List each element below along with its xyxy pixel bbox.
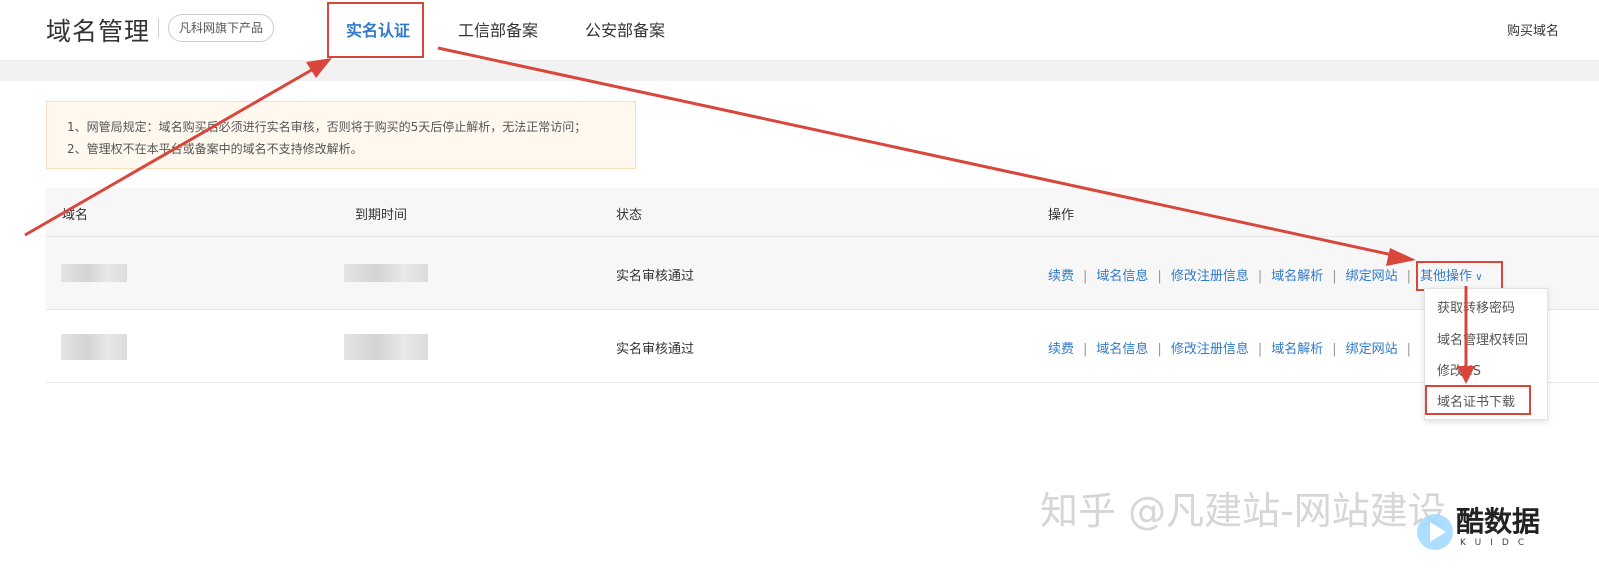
blurred-expire <box>344 334 428 360</box>
table-row: 实名审核通过 续费 | 域名信息 | 修改注册信息 | 域名解析 | 绑定网站 | <box>46 310 1599 383</box>
bind-site-link[interactable]: 绑定网站 <box>1346 342 1398 357</box>
dns-resolve-link[interactable]: 域名解析 <box>1271 269 1323 284</box>
watermark-logo-sub: KUIDC <box>1460 538 1534 548</box>
col-actions: 操作 <box>1048 208 1075 223</box>
table-header: 域名 到期时间 状态 操作 <box>46 188 1599 237</box>
renew-link[interactable]: 续费 <box>1048 269 1074 284</box>
app-title: 域名管理 <box>46 17 151 46</box>
dns-resolve-link[interactable]: 域名解析 <box>1271 342 1323 357</box>
status-text: 实名审核通过 <box>616 342 695 357</box>
col-status: 状态 <box>616 208 643 223</box>
domain-info-link[interactable]: 域名信息 <box>1096 269 1148 284</box>
menu-item-modify-ns[interactable]: 修改NS <box>1437 360 1481 379</box>
edit-registration-link[interactable]: 修改注册信息 <box>1171 269 1249 284</box>
cert-download-highlight-box <box>1425 385 1531 415</box>
notice-line-2: 2、管理权不在本平台或备案中的域名不支持修改解析。 <box>67 142 363 156</box>
col-expire: 到期时间 <box>355 208 408 223</box>
tab-highlight-box <box>327 2 424 58</box>
notice-box: 1、网管局规定：域名购买后必须进行实名审核，否则将于购买的5天后停止解析，无法正… <box>46 101 636 169</box>
status-text: 实名审核通过 <box>616 269 695 284</box>
blurred-domain <box>61 264 127 282</box>
top-header: 域名管理 凡科网旗下产品 实名认证 工信部备案 公安部备案 购买域名 <box>0 0 1599 61</box>
buy-domain-link[interactable]: 购买域名 <box>1507 20 1559 39</box>
tab-miit-filing[interactable]: 工信部备案 <box>458 17 538 41</box>
bind-site-link[interactable]: 绑定网站 <box>1346 269 1398 284</box>
edit-registration-link[interactable]: 修改注册信息 <box>1171 342 1249 357</box>
col-domain: 域名 <box>62 208 89 223</box>
menu-item-reclaim-management[interactable]: 域名管理权转回 <box>1437 329 1528 348</box>
tab-police-filing[interactable]: 公安部备案 <box>585 17 665 41</box>
domain-table: 域名 到期时间 状态 操作 实名审核通过 续费 | 域名信息 | 修改注册信息 | 域名解析… <box>46 188 1599 383</box>
blurred-domain <box>61 334 127 360</box>
watermark-logo-text: 酷数据 <box>1456 505 1541 538</box>
more-actions-highlight-box <box>1416 261 1503 291</box>
notice-line-1: 1、网管局规定：域名购买后必须进行实名审核，否则将于购买的5天后停止解析，无法正… <box>67 120 587 134</box>
table-row: 实名审核通过 续费 | 域名信息 | 修改注册信息 | 域名解析 | 绑定网站 | 其他操作 ∨ <box>46 237 1599 310</box>
domain-info-link[interactable]: 域名信息 <box>1096 342 1148 357</box>
product-badge: 凡科网旗下产品 <box>168 14 275 42</box>
title-divider <box>158 18 159 38</box>
watermark-text: 知乎 @凡建站-网站建设 <box>1040 489 1446 533</box>
row-actions: 续费 | 域名信息 | 修改注册信息 | 域名解析 | 绑定网站 | <box>1048 342 1412 357</box>
menu-item-transfer-code[interactable]: 获取转移密码 <box>1437 297 1515 316</box>
blurred-expire <box>344 264 428 282</box>
renew-link[interactable]: 续费 <box>1048 342 1074 357</box>
header-band <box>0 61 1599 81</box>
